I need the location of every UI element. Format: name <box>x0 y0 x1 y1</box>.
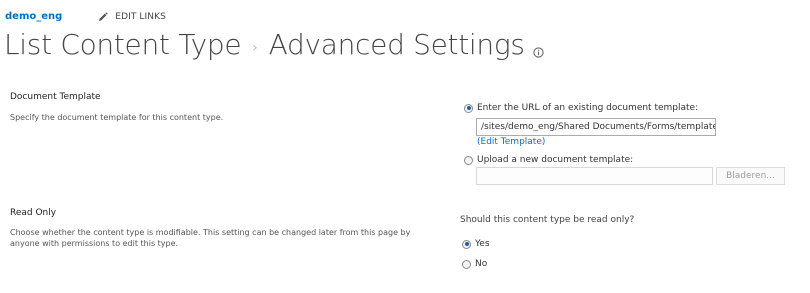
edit-links-button[interactable]: EDIT LINKS <box>98 12 166 22</box>
read-only-label: Read Only <box>10 208 57 218</box>
url-template-option[interactable]: Enter the URL of an existing document te… <box>464 103 698 113</box>
page: demo_eng EDIT LINKS List Content Type › … <box>0 0 810 293</box>
info-icon[interactable] <box>532 32 544 65</box>
page-title: List Content Type › Advanced Settings <box>4 28 544 61</box>
page-title-part2: Advanced Settings <box>268 28 525 61</box>
read-only-yes-label: Yes <box>475 239 490 249</box>
template-url-input[interactable]: /sites/demo_eng/Shared Documents/Forms/t… <box>476 118 716 136</box>
read-only-no-option[interactable]: No <box>462 259 487 269</box>
site-name-link[interactable]: demo_eng <box>5 11 62 22</box>
url-template-radio[interactable] <box>464 103 473 113</box>
upload-template-option-label: Upload a new document template: <box>477 155 634 165</box>
read-only-description-line2: anyone with permissions to edit this typ… <box>10 239 179 248</box>
browse-button[interactable]: Bladeren... <box>716 167 785 185</box>
url-template-option-label: Enter the URL of an existing document te… <box>477 103 699 113</box>
read-only-description-line1: Choose whether the content type is modif… <box>10 228 411 237</box>
upload-template-option[interactable]: Upload a new document template: <box>464 155 633 165</box>
page-title-part1: List Content Type <box>4 28 242 61</box>
document-template-description: Specify the document template for this c… <box>10 113 224 122</box>
read-only-yes-option[interactable]: Yes <box>462 239 490 249</box>
edit-template-link[interactable]: (Edit Template) <box>477 137 545 147</box>
upload-file-input[interactable] <box>476 167 713 185</box>
read-only-description: Choose whether the content type is modif… <box>10 227 410 249</box>
read-only-yes-radio[interactable] <box>462 239 471 249</box>
edit-links-label: EDIT LINKS <box>115 11 166 22</box>
document-template-label: Document Template <box>10 92 101 102</box>
read-only-question: Should this content type be read only? <box>460 215 635 225</box>
read-only-no-radio[interactable] <box>462 259 471 269</box>
read-only-no-label: No <box>475 259 488 269</box>
top-bar: demo_eng EDIT LINKS <box>5 11 166 22</box>
pencil-icon <box>99 11 108 21</box>
title-separator: › <box>252 39 258 56</box>
upload-template-radio[interactable] <box>464 155 473 165</box>
